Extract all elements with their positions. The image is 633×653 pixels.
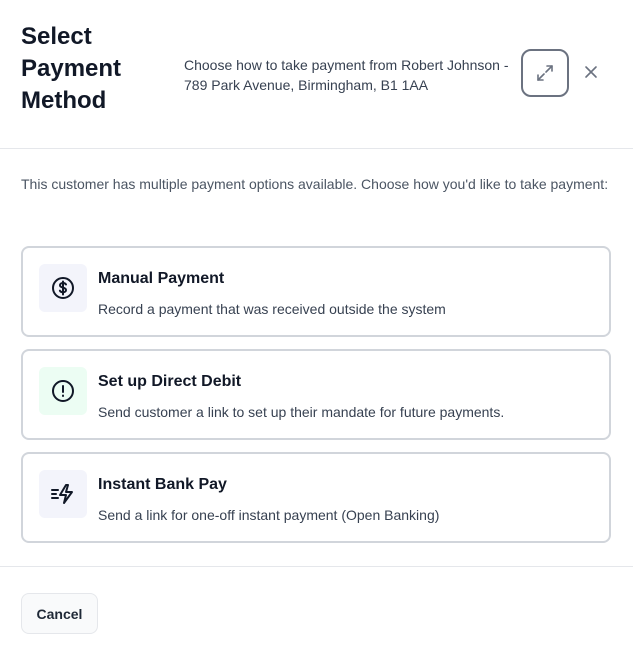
option-title: Instant Bank Pay [98,476,227,493]
option-icon-box [39,470,87,518]
option-description: Record a payment that was received outsi… [98,301,446,317]
option-manual-payment[interactable]: Manual Payment Record a payment that was… [21,246,611,337]
dialog-subtitle: Choose how to take payment from Robert J… [184,57,509,93]
cancel-button[interactable]: Cancel [21,593,98,634]
dialog-footer: Cancel [0,566,633,653]
dialog-header: Select Payment Method Choose how to take… [0,0,633,149]
close-icon [585,66,597,78]
option-direct-debit[interactable]: Set up Direct Debit Send customer a link… [21,349,611,440]
option-icon-box [39,264,87,312]
option-title: Set up Direct Debit [98,373,242,390]
option-title: Manual Payment [98,270,225,287]
alert-circle-icon [52,380,74,402]
expand-button[interactable] [521,49,569,97]
expand-icon [537,65,553,81]
option-description: Send a link for one-off instant payment … [98,507,440,523]
dollar-circle-icon [52,277,74,299]
option-icon-box [39,367,87,415]
option-description: Send customer a link to set up their man… [98,404,505,420]
close-button[interactable] [580,61,602,83]
option-instant-bank-pay[interactable]: Instant Bank Pay Send a link for one-off… [21,452,611,543]
dialog-title: Select Payment Method [21,23,122,114]
fast-lightning-icon [51,484,73,504]
intro-text: This customer has multiple payment optio… [21,176,609,192]
